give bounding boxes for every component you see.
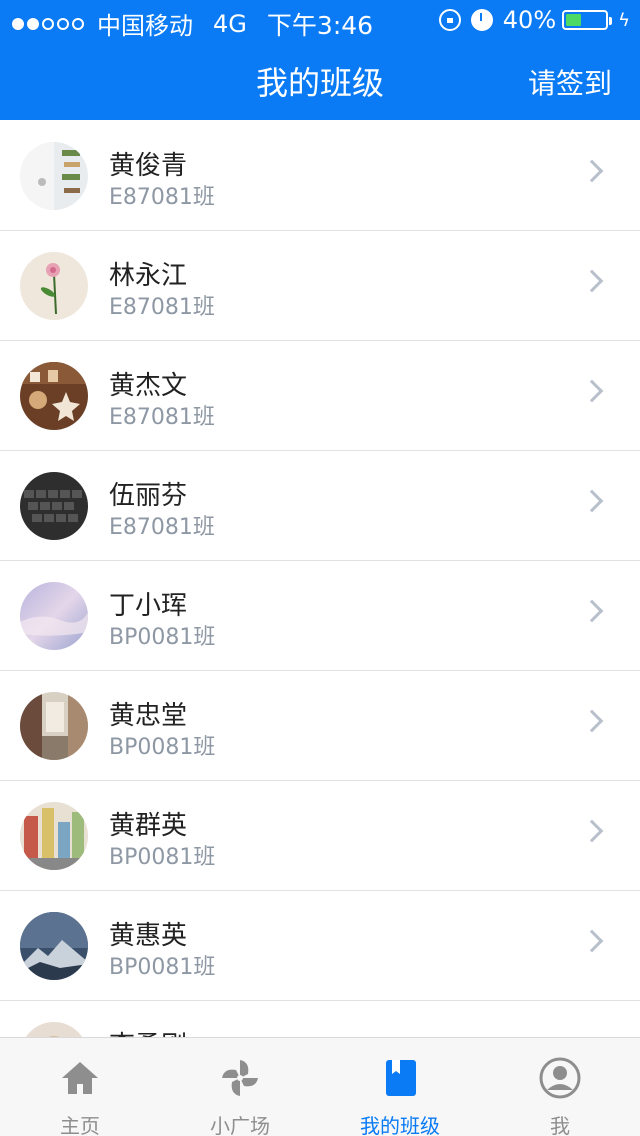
street-photo-icon — [20, 692, 88, 760]
sky-photo-icon — [20, 582, 88, 650]
tab-item[interactable]: 主页 — [0, 1038, 160, 1136]
student-row[interactable]: 黄惠英 BP0081班 — [0, 891, 640, 1001]
tab-item[interactable]: 小广场 — [160, 1038, 320, 1136]
student-name: 李勇刚 — [109, 1025, 187, 1037]
tab-bar: 主页 小广场 我的班级 我 — [0, 1037, 640, 1136]
book-icon — [378, 1056, 422, 1100]
status-bar: 中国移动 4G 下午3:46 40% ϟ — [0, 0, 640, 40]
checkin-button[interactable]: 请签到 — [528, 62, 612, 102]
chevron-right-icon — [580, 709, 604, 733]
student-class: BP0081班 — [109, 955, 216, 980]
chevron-right-icon — [580, 819, 604, 843]
avatar-photo-icon — [20, 142, 88, 210]
student-name: 黄杰文 — [109, 371, 188, 401]
student-row[interactable]: 黄杰文 E87081班 — [0, 341, 640, 451]
chevron-right-icon — [580, 269, 604, 293]
student-class: E87081班 — [109, 295, 215, 320]
student-row[interactable]: 李勇刚 — [0, 1001, 640, 1037]
battery-icon — [562, 10, 613, 30]
alarm-icon — [470, 9, 493, 31]
chevron-right-icon — [580, 159, 604, 183]
cookies-photo-icon — [20, 362, 88, 430]
student-class: E87081班 — [109, 405, 215, 430]
student-class: E87081班 — [109, 185, 215, 210]
student-name: 黄群英 — [109, 811, 188, 841]
header: 中国移动 4G 下午3:46 40% ϟ 我的班级 请签到 — [0, 0, 640, 120]
student-row[interactable]: 林永江 E87081班 — [0, 231, 640, 341]
student-name: 伍丽芬 — [109, 481, 188, 511]
student-class: E87081班 — [109, 515, 215, 540]
student-row[interactable]: 丁小珲 BP0081班 — [0, 561, 640, 671]
home-icon — [58, 1056, 102, 1100]
flower-photo-icon — [20, 252, 88, 320]
tab-label: 我 — [550, 1114, 570, 1136]
student-row[interactable]: 黄俊青 E87081班 — [0, 121, 640, 231]
keyboard-photo-icon — [20, 472, 88, 540]
status-right: 40% ϟ — [438, 6, 630, 34]
tab-label: 小广场 — [210, 1114, 270, 1136]
tab-item[interactable]: 我的班级 — [320, 1038, 480, 1136]
chevron-right-icon — [580, 929, 604, 953]
student-name: 黄忠堂 — [109, 701, 188, 731]
pinwheel-icon — [218, 1056, 262, 1100]
student-list: 黄俊青 E87081班 林永江 E87081班 黄杰文 E87081班 伍丽芬 E87081班… — [0, 121, 640, 1037]
tab-label: 我的班级 — [360, 1114, 440, 1136]
student-name: 黄惠英 — [109, 921, 188, 951]
battery-fill — [566, 14, 582, 26]
chevron-right-icon — [580, 489, 604, 513]
profile-icon — [538, 1056, 582, 1100]
student-name: 丁小珲 — [109, 591, 188, 621]
mountain-photo-icon — [20, 912, 88, 980]
charging-icon: ϟ — [618, 9, 630, 31]
student-class: BP0081班 — [109, 735, 216, 760]
student-name: 黄俊青 — [109, 151, 188, 181]
tab-label: 主页 — [60, 1114, 100, 1136]
student-row[interactable]: 黄群英 BP0081班 — [0, 781, 640, 891]
student-name: 林永江 — [109, 261, 188, 291]
battery-percent: 40% — [502, 6, 557, 34]
city-photo-icon — [20, 802, 88, 870]
student-row[interactable]: 伍丽芬 E87081班 — [0, 451, 640, 561]
student-class: BP0081班 — [109, 845, 216, 870]
student-row[interactable]: 黄忠堂 BP0081班 — [0, 671, 640, 781]
rotation-lock-icon — [438, 9, 461, 31]
chevron-right-icon — [580, 379, 604, 403]
student-class: BP0081班 — [109, 625, 216, 650]
person-photo-icon — [20, 1022, 88, 1037]
tab-item[interactable]: 我 — [480, 1038, 640, 1136]
chevron-right-icon — [580, 599, 604, 623]
